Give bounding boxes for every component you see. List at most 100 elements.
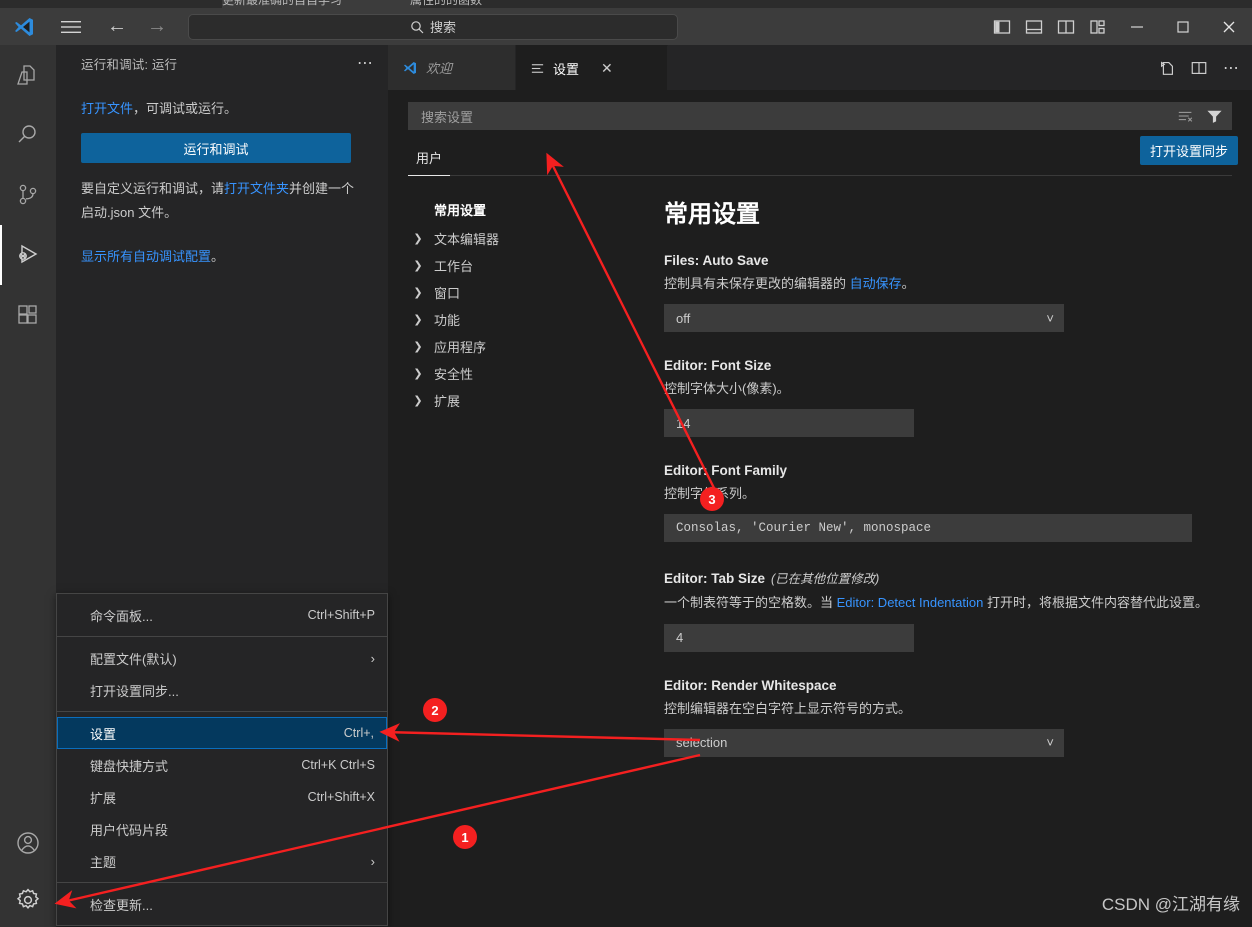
chevron-down-icon: ˅ xyxy=(1046,310,1054,326)
accounts-button[interactable] xyxy=(0,813,56,873)
filter-funnel-icon[interactable] xyxy=(1203,105,1225,127)
menu-item-keyboard-shortcuts[interactable]: 键盘快捷方式 Ctrl+K Ctrl+S xyxy=(57,749,387,781)
extensions-icon xyxy=(18,305,37,324)
toc-label: 窗口 xyxy=(434,286,461,301)
menu-item-extensions[interactable]: 扩展 Ctrl+Shift+X xyxy=(57,781,387,813)
minimize-button[interactable] xyxy=(1114,8,1160,45)
open-file-link[interactable]: 打开文件 xyxy=(81,101,133,116)
ellipsis-icon[interactable]: ⋯ xyxy=(357,53,374,73)
toc-item-extensions[interactable]: ❯ 扩展 xyxy=(412,387,640,414)
debug-config-hint: 要自定义运行和调试，请打开文件夹并创建一个启动.json 文件。 xyxy=(81,177,363,225)
menu-separator xyxy=(57,711,387,712)
search-input[interactable]: 搜索 xyxy=(188,13,678,40)
chevron-right-icon: ❯ xyxy=(413,260,423,272)
toc-heading[interactable]: 常用设置 xyxy=(412,196,640,223)
menu-item-settings[interactable]: 设置 Ctrl+, xyxy=(57,717,387,749)
settings-body: 常用设置 ❯ 文本编辑器 ❯ 工作台 ❯ 窗口 ❯ 功能 ❯ 应用程序 ❯ 安全… xyxy=(388,176,1252,896)
more-actions-icon[interactable]: ⋯ xyxy=(1216,51,1246,85)
desc-link-auto-save[interactable]: 自动保存 xyxy=(850,276,902,291)
chevron-right-icon: › xyxy=(370,853,375,869)
open-settings-json-icon[interactable] xyxy=(1152,51,1182,85)
close-button[interactable] xyxy=(1206,8,1252,45)
source-control-icon xyxy=(19,184,37,205)
menu-item-theme[interactable]: 主题 › xyxy=(57,845,387,877)
menu-item-command-palette[interactable]: 命令面板... Ctrl+Shift+P xyxy=(57,599,387,631)
toggle-panel-icon[interactable] xyxy=(1018,12,1050,42)
toggle-secondary-sidebar-icon[interactable] xyxy=(1050,12,1082,42)
toc-item-features[interactable]: ❯ 功能 xyxy=(412,306,640,333)
editor-render-whitespace-select[interactable]: selection ˅ xyxy=(664,728,1064,757)
chevron-right-icon: › xyxy=(370,650,375,666)
back-arrow-icon[interactable]: ← xyxy=(104,14,130,40)
annotation-badge-1: 1 xyxy=(453,825,477,849)
tab-welcome[interactable]: 欢迎 xyxy=(388,45,516,90)
hamburger-menu-icon[interactable] xyxy=(48,19,94,35)
menu-shortcut: Ctrl+, xyxy=(343,726,374,740)
sidebar-content: 打开文件，可调试或运行。 运行和调试 要自定义运行和调试，请打开文件夹并创建一个… xyxy=(56,81,388,269)
chevron-right-icon: ❯ xyxy=(413,368,423,380)
config-hint-a: 要自定义运行和调试，请 xyxy=(81,181,225,197)
menu-shortcut: Ctrl+Shift+X xyxy=(307,790,375,804)
settings-list-icon xyxy=(531,63,544,73)
settings-scope-tabs: 用户 打开设置同步 xyxy=(408,136,1238,176)
split-editor-icon[interactable] xyxy=(1184,51,1214,85)
chevron-right-icon: ❯ xyxy=(413,233,423,245)
browser-tabs-strip: 更新最准确的自自学习 属性的的函数 xyxy=(0,0,1252,8)
show-all-auto-debug-configs-link[interactable]: 显示所有自动调试配置 xyxy=(81,249,211,264)
editor-font-size-input[interactable]: 14 xyxy=(664,409,914,438)
sidebar-header: 运行和调试: 运行 ⋯ xyxy=(56,45,388,81)
close-icon[interactable]: ✕ xyxy=(601,60,613,77)
select-value: off xyxy=(676,310,691,326)
clear-settings-search-icon[interactable] xyxy=(1175,105,1197,127)
sidebar-item-extensions[interactable] xyxy=(0,285,56,345)
menu-item-settings-sync[interactable]: 打开设置同步... xyxy=(57,674,387,706)
setting-editor-tab-size: Editor: Tab Size (已在其他位置修改) 一个制表符等于的空格数。当… xyxy=(664,568,1228,652)
toc-item-application[interactable]: ❯ 应用程序 xyxy=(412,333,640,360)
toc-label: 工作台 xyxy=(434,259,474,274)
show-all-rest: 。 xyxy=(211,249,225,265)
setting-editor-render-whitespace: Editor: Render Whitespace 控制编辑器在空白字符上显示符… xyxy=(664,678,1228,757)
manage-gear-icon[interactable] xyxy=(0,873,56,927)
toc-label: 应用程序 xyxy=(434,340,487,355)
input-value: Consolas, 'Courier New', monospace xyxy=(676,521,932,536)
tab-settings[interactable]: 设置 ✕ xyxy=(516,45,668,90)
strip-text-fragment-left: 更新最准确的自自学习 xyxy=(222,0,343,7)
sidebar-item-source-control[interactable] xyxy=(0,165,56,225)
page-title: 常用设置 xyxy=(664,201,760,228)
editor-tabs: 欢迎 设置 ✕ ⋯ xyxy=(388,45,1252,90)
menu-item-user-snippets[interactable]: 用户代码片段 xyxy=(57,813,387,845)
toggle-primary-sidebar-icon[interactable] xyxy=(986,12,1018,42)
sidebar-item-search[interactable] xyxy=(0,105,56,165)
menu-label: 打开设置同步... xyxy=(90,683,179,699)
menu-item-profiles[interactable]: 配置文件(默认) › xyxy=(57,642,387,674)
desc-link-detect-indentation[interactable]: Editor: Detect Indentation xyxy=(837,595,984,610)
sidebar-item-run-and-debug[interactable] xyxy=(0,225,56,285)
open-folder-link[interactable]: 打开文件夹 xyxy=(224,181,289,196)
open-settings-sync-button[interactable]: 打开设置同步 xyxy=(1139,136,1238,165)
toc-label: 扩展 xyxy=(434,394,461,409)
setting-key: Editor: Tab Size (已在其他位置修改) xyxy=(664,568,1228,587)
desc-part: 。 xyxy=(901,276,915,291)
customize-layout-icon[interactable] xyxy=(1082,12,1114,42)
show-all-configs-line: 显示所有自动调试配置。 xyxy=(81,245,363,269)
strip-dark-right xyxy=(420,0,1252,8)
maximize-button[interactable] xyxy=(1160,8,1206,45)
settings-search-input[interactable]: 搜索设置 xyxy=(408,102,1232,130)
run-and-debug-button[interactable]: 运行和调试 xyxy=(81,133,351,164)
setting-key: Editor: Font Size xyxy=(664,358,772,374)
forward-arrow-icon[interactable]: → xyxy=(144,14,170,40)
setting-description: 控制具有未保存更改的编辑器的 自动保存。 xyxy=(664,274,1224,294)
toc-item-text-editor[interactable]: ❯ 文本编辑器 xyxy=(412,225,640,252)
toc-item-security[interactable]: ❯ 安全性 xyxy=(412,360,640,387)
files-auto-save-select[interactable]: off ˅ xyxy=(664,304,1064,333)
editor-font-family-input[interactable]: Consolas, 'Courier New', monospace xyxy=(664,514,1192,543)
menu-label: 设置 xyxy=(90,726,117,742)
sidebar-item-explorer[interactable] xyxy=(0,45,56,105)
editor-tab-size-input[interactable]: 4 xyxy=(664,623,914,652)
setting-key: Files: Auto Save xyxy=(664,253,769,268)
menu-item-check-for-updates[interactable]: 检查更新... xyxy=(57,888,387,920)
toc-item-workbench[interactable]: ❯ 工作台 xyxy=(412,252,640,279)
tab-user-settings[interactable]: 用户 xyxy=(408,148,451,176)
account-icon xyxy=(17,832,39,854)
toc-item-window[interactable]: ❯ 窗口 xyxy=(412,279,640,306)
